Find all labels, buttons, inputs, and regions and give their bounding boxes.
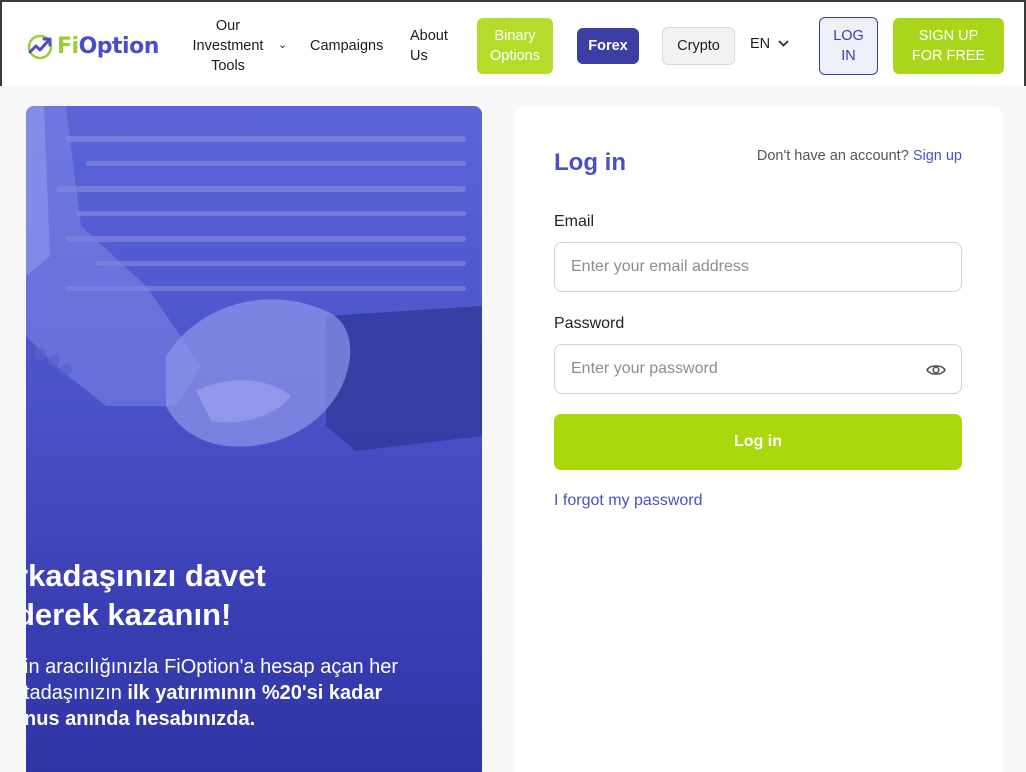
fioption-logo[interactable]: FiOption [26,30,159,62]
forex-button[interactable]: Forex [577,28,639,64]
forgot-password-link[interactable]: I forgot my password [554,492,703,510]
eye-icon[interactable] [926,361,946,379]
crypto-button[interactable]: Crypto [662,27,735,65]
nav-campaigns[interactable]: Campaigns [310,36,383,56]
language-code: EN [750,36,771,52]
logo-wordmark: FiOption [57,33,159,59]
chevron-down-icon [778,38,789,50]
top-navbar: FiOption Our Investment Tools ⌄ Campaign… [0,0,1026,86]
login-title: Log in [554,149,626,176]
nav-investment-tools[interactable]: Our Investment Tools [182,16,274,76]
no-account-text: Don't have an account? Sign up [756,148,962,164]
referral-promo-banner: rkadaşınızı davet derek kazanın! in arac… [26,106,482,772]
password-label: Password [554,315,625,332]
password-field-wrapper [554,344,962,394]
promo-headline: rkadaşınızı davet derek kazanın! [26,558,266,632]
binary-options-button[interactable]: Binary Options [477,18,553,74]
language-selector[interactable]: EN [750,36,789,52]
email-label: Email [554,213,595,230]
email-field-wrapper [554,242,962,292]
signup-link[interactable]: Sign up [913,148,962,164]
login-submit-button[interactable]: Log in [554,414,962,470]
logo-chart-icon [27,34,53,60]
promo-description: in aracılığınızla FiOption'a hesap açan … [26,656,399,730]
login-card: Log in Don't have an account? Sign up Em… [514,106,1002,772]
login-button[interactable]: LOG IN [819,17,878,75]
signup-button[interactable]: SIGN UP FOR FREE [893,18,1004,74]
password-field[interactable] [555,345,961,393]
nav-about-us[interactable]: About Us [410,26,458,66]
chevron-down-icon[interactable]: ⌄ [278,38,287,51]
email-field[interactable] [555,243,961,291]
